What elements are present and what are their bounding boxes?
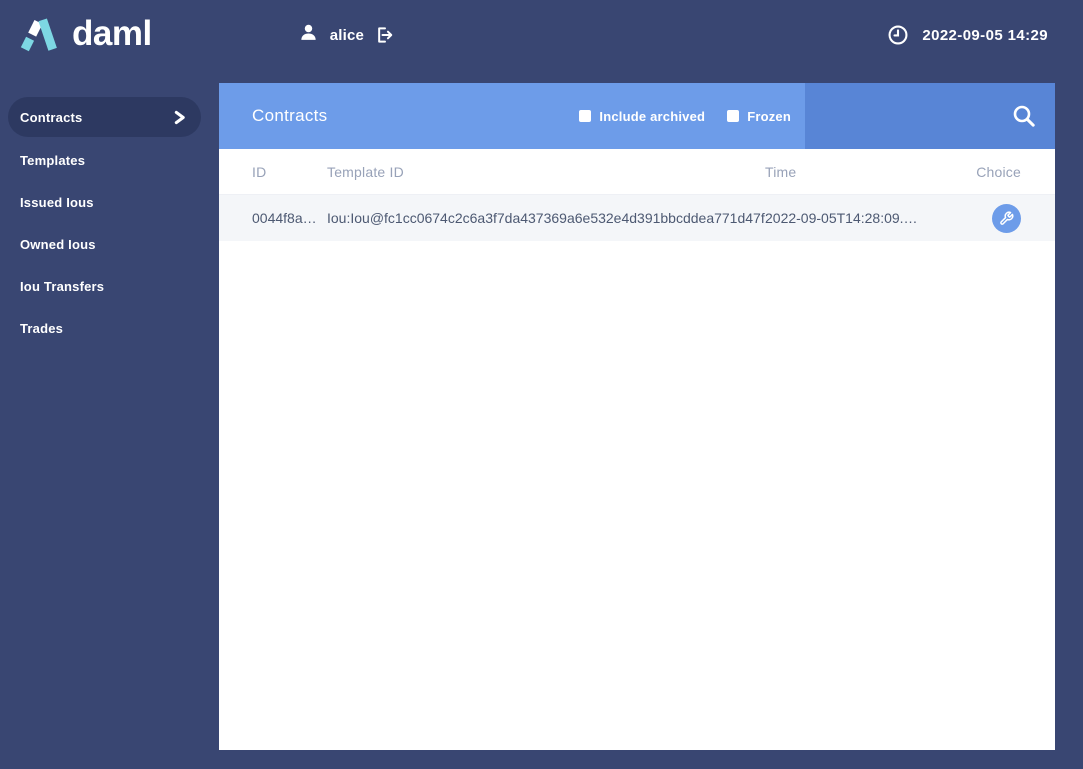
sidebar-item-label: Trades [20,320,64,336]
logout-icon[interactable] [375,25,395,45]
sidebar-item-trades[interactable]: Trades [0,307,219,349]
column-header-template-id: Template ID [327,163,404,180]
table-header-row: ID Template ID Time Choice [219,149,1055,195]
choice-button[interactable] [992,203,1021,233]
template-id-cell: Iou:Iou@fc1cc0674c2c6a3f7da437369a6e532e… [327,210,765,226]
sidebar-item-label: Templates [20,152,86,168]
column-header-choice: Choice [976,163,1021,180]
include-archived-checkbox[interactable]: Include archived [579,109,705,124]
logo-wordmark: daml [72,13,152,53]
search-icon[interactable] [1010,102,1038,130]
sidebar: Contracts Templates Issued Ious Owned Io… [0,97,219,349]
daml-logo-icon [18,12,60,59]
time-cell: 2022-09-05T14:28:09.… [765,210,918,226]
column-header-time: Time [765,163,797,180]
datetime-text: 2022-09-05 14:29 [922,26,1048,44]
checkbox-label: Include archived [599,108,706,124]
filter-group: Include archived Frozen [579,109,791,124]
daml-logo: daml [18,12,152,59]
choice-cell [957,203,1021,233]
sidebar-item-owned-ious[interactable]: Owned Ious [0,223,219,265]
topbar: daml alice 2022-09-05 14:29 [0,0,1083,70]
contracts-header: Contracts Include archived Frozen [219,83,1055,149]
wrench-icon [999,211,1014,226]
user-icon [298,22,319,48]
search-bar[interactable] [805,83,1055,149]
main-panel: Contracts Include archived Frozen ID Tem… [219,83,1055,750]
checkbox-label: Frozen [747,108,791,124]
checkbox-icon[interactable] [727,110,740,122]
user-block: alice [298,22,395,48]
sidebar-item-iou-transfers[interactable]: Iou Transfers [0,265,219,307]
clock-icon [887,24,909,46]
username: alice [329,26,365,44]
sidebar-item-templates[interactable]: Templates [0,139,219,181]
page-title: Contracts [252,106,328,125]
sidebar-item-contracts[interactable]: Contracts [8,97,201,137]
ledger-time: 2022-09-05 14:29 [887,24,1048,46]
sidebar-item-label: Owned Ious [20,236,96,252]
chevron-right-icon [172,110,187,125]
contract-id-cell: 0044f8a… [252,210,317,226]
sidebar-item-label: Issued Ious [20,194,94,210]
frozen-checkbox[interactable]: Frozen [727,109,791,124]
checkbox-icon[interactable] [579,110,592,122]
sidebar-item-label: Contracts [20,109,83,125]
sidebar-item-label: Iou Transfers [20,278,105,294]
column-header-id: ID [252,163,267,180]
table-row[interactable]: 0044f8a… Iou:Iou@fc1cc0674c2c6a3f7da4373… [219,195,1055,241]
sidebar-item-issued-ious[interactable]: Issued Ious [0,181,219,223]
